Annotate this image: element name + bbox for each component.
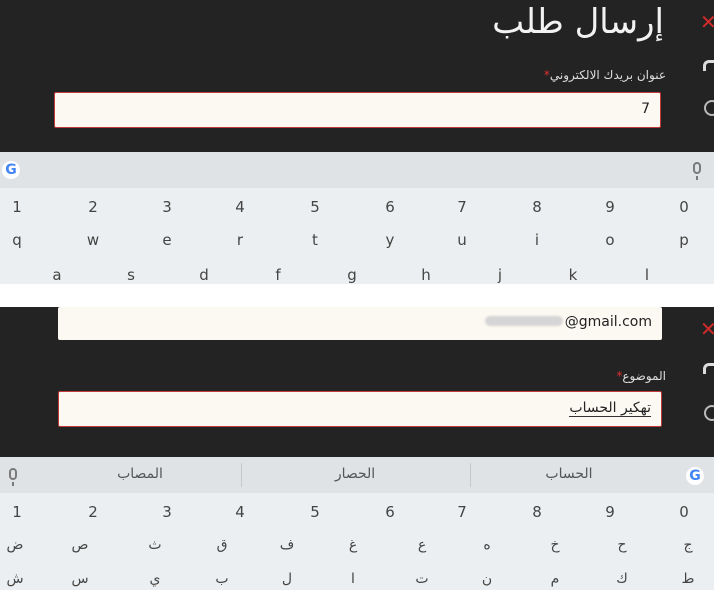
back-edge: [703, 363, 714, 374]
google-icon[interactable]: G: [686, 467, 704, 485]
letter-key[interactable]: f: [258, 266, 298, 284]
arabic-letter-key[interactable]: ع: [402, 537, 442, 553]
arabic-letter-key[interactable]: ح: [602, 537, 642, 553]
suggestion-divider: [470, 463, 471, 487]
number-key[interactable]: 3: [147, 503, 187, 521]
arabic-letter-key[interactable]: ص: [60, 537, 100, 553]
number-key[interactable]: 2: [73, 198, 113, 216]
number-key[interactable]: 4: [220, 198, 260, 216]
suggestion-3[interactable]: الحساب: [509, 466, 629, 482]
suggestion-1[interactable]: المصاب: [80, 466, 200, 482]
letter-key[interactable]: d: [184, 266, 224, 284]
number-key[interactable]: 1: [0, 198, 37, 216]
letter-key[interactable]: k: [553, 266, 593, 284]
arabic-letter-key[interactable]: ك: [602, 571, 642, 587]
arabic-letter-key[interactable]: ط: [668, 571, 708, 587]
arabic-letter-key[interactable]: ش: [0, 571, 35, 587]
arabic-letter-key[interactable]: ض: [0, 537, 35, 553]
keyboard-en: G 1 2 3 4 5 6 7 8 9 0 q w e r t y u i o p a s d f g h j k l: [0, 152, 714, 284]
close-icon[interactable]: ✕: [700, 317, 714, 341]
number-key[interactable]: 5: [295, 198, 335, 216]
arabic-letter-key[interactable]: ه: [467, 537, 507, 553]
bottom-screenshot: @gmail.com ✕ الموضوع* تهكير الحساب المصا…: [0, 307, 714, 590]
number-key[interactable]: 9: [590, 198, 630, 216]
letter-key[interactable]: y: [370, 231, 410, 249]
number-key[interactable]: 5: [295, 503, 335, 521]
arabic-letter-key[interactable]: ا: [333, 571, 373, 587]
number-key[interactable]: 9: [590, 503, 630, 521]
number-key[interactable]: 7: [442, 198, 482, 216]
number-key[interactable]: 0: [664, 503, 704, 521]
mic-icon[interactable]: [693, 162, 701, 180]
arabic-letter-key[interactable]: س: [60, 571, 100, 587]
email-field-value: 7: [641, 101, 650, 117]
subject-label: الموضوع*: [616, 369, 666, 383]
number-key[interactable]: 7: [442, 503, 482, 521]
number-key[interactable]: 6: [370, 503, 410, 521]
email-field-value: @gmail.com: [484, 314, 652, 330]
arabic-letter-key[interactable]: خ: [535, 537, 575, 553]
number-key[interactable]: 2: [73, 503, 113, 521]
letter-key[interactable]: g: [332, 266, 372, 284]
back-edge: [703, 60, 714, 71]
keyboard-ar: المصاب الحصار الحساب G 1 2 3 4 5 6 7 8 9 0 ض ص ث ق ف غ…: [0, 457, 714, 590]
arabic-letter-key[interactable]: ن: [467, 571, 507, 587]
letter-key[interactable]: j: [480, 266, 520, 284]
letter-key[interactable]: p: [664, 231, 704, 249]
arabic-letter-key[interactable]: ف: [267, 537, 307, 553]
letter-key[interactable]: o: [590, 231, 630, 249]
number-key[interactable]: 4: [220, 503, 260, 521]
keyboard-toolbar: G: [0, 152, 714, 188]
close-icon[interactable]: ✕: [700, 10, 714, 34]
subject-field[interactable]: تهكير الحساب: [58, 391, 662, 427]
number-key[interactable]: 8: [517, 503, 557, 521]
number-key[interactable]: 0: [664, 198, 704, 216]
google-icon[interactable]: G: [2, 161, 20, 179]
arabic-letter-key[interactable]: ت: [402, 571, 442, 587]
letter-key[interactable]: a: [37, 266, 77, 284]
letter-key[interactable]: l: [627, 266, 667, 284]
suggestion-2[interactable]: الحصار: [295, 466, 415, 482]
radio-edge: [704, 405, 714, 421]
mic-icon[interactable]: [9, 468, 17, 486]
number-key[interactable]: 1: [0, 503, 37, 521]
radio-edge: [704, 100, 714, 116]
arabic-letter-key[interactable]: ج: [668, 537, 708, 553]
email-field-filled[interactable]: @gmail.com: [58, 307, 662, 340]
arabic-letter-key[interactable]: م: [535, 571, 575, 587]
email-label: عنوان بريدك الالكتروني*: [543, 68, 666, 82]
top-screenshot: إرسال طلب ✕ عنوان بريدك الالكتروني* 7 G …: [0, 0, 714, 284]
letter-key[interactable]: e: [147, 231, 187, 249]
arabic-letter-key[interactable]: ب: [202, 571, 242, 587]
subject-field-value: تهكير الحساب: [569, 400, 651, 417]
letter-key[interactable]: i: [517, 231, 557, 249]
arabic-letter-key[interactable]: ق: [202, 537, 242, 553]
screenshot-gap: [0, 284, 714, 307]
page-title: إرسال طلب: [492, 2, 664, 42]
letter-key[interactable]: s: [111, 266, 151, 284]
keyboard-toolbar: المصاب الحصار الحساب G: [0, 457, 714, 493]
letter-key[interactable]: r: [220, 231, 260, 249]
letter-key[interactable]: w: [73, 231, 113, 249]
letter-key[interactable]: u: [442, 231, 482, 249]
arabic-letter-key[interactable]: غ: [333, 537, 373, 553]
blurred-username: [484, 316, 563, 326]
arabic-letter-key[interactable]: ل: [267, 571, 307, 587]
number-key[interactable]: 8: [517, 198, 557, 216]
number-key[interactable]: 3: [147, 198, 187, 216]
number-key[interactable]: 6: [370, 198, 410, 216]
letter-key[interactable]: t: [295, 231, 335, 249]
letter-key[interactable]: q: [0, 231, 37, 249]
arabic-letter-key[interactable]: ي: [135, 571, 175, 587]
email-field[interactable]: 7: [54, 92, 661, 128]
suggestion-divider: [241, 463, 242, 487]
letter-key[interactable]: h: [406, 266, 446, 284]
arabic-letter-key[interactable]: ث: [135, 537, 175, 553]
